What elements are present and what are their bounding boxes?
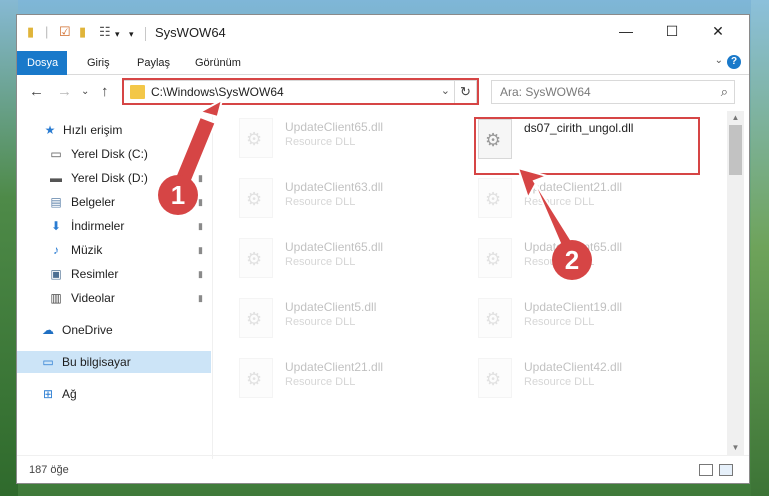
annotation-arrows — [170, 98, 580, 259]
callout-badge-1: 1 — [158, 175, 198, 215]
callout-badge-2: 2 — [552, 240, 592, 280]
